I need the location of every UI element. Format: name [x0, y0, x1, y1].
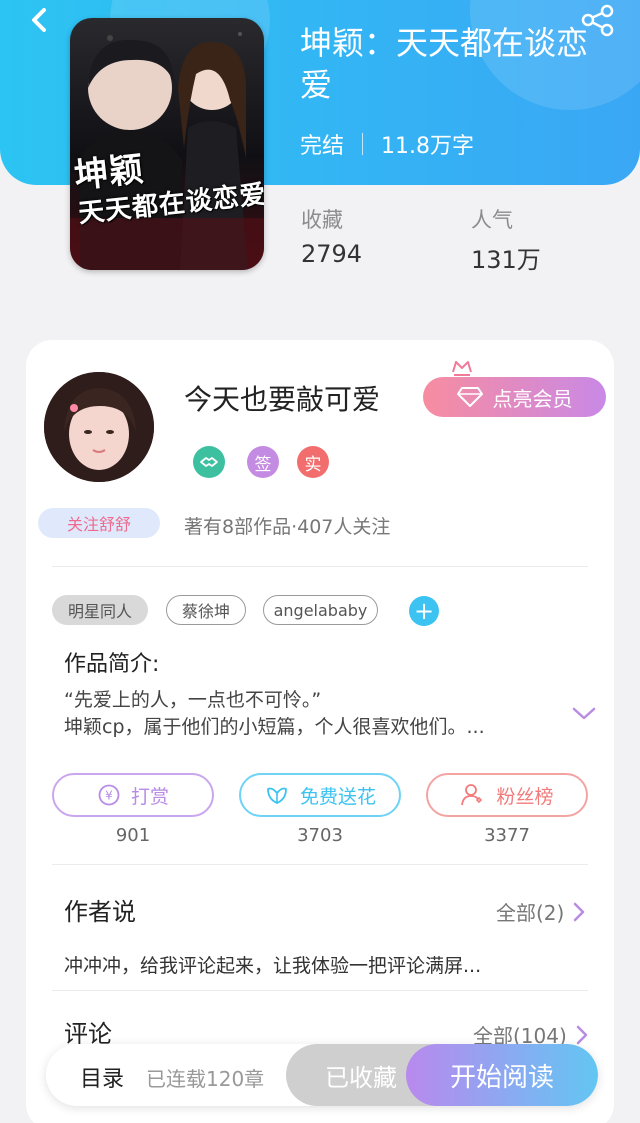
author-says-text[interactable]: 冲冲冲，给我评论起来，让我体验一把评论满屏...	[64, 951, 481, 978]
tag-chip[interactable]: 蔡徐坤	[166, 595, 246, 625]
back-button[interactable]	[20, 2, 60, 42]
send-flower-label: 免费送花	[299, 785, 376, 808]
intro-title: 作品简介:	[64, 652, 160, 677]
yuan-coin-icon: ¥	[98, 784, 120, 806]
author-name[interactable]: 今天也要敲可爱	[184, 378, 380, 418]
tag-chip[interactable]: angelababy	[263, 595, 378, 625]
avatar-portrait	[44, 372, 154, 482]
chevron-down-icon[interactable]	[570, 703, 598, 723]
signed-author-badge[interactable]: 签	[247, 446, 279, 478]
favorites-label: 收藏	[301, 208, 343, 232]
author-meta: 著有8部作品·407人关注	[184, 516, 391, 538]
author-says-title: 作者说	[64, 898, 136, 926]
chevron-right-icon	[574, 902, 585, 921]
intro-text[interactable]: “先爱上的人，一点也不可怜。” 坤颖cp，属于他们的小短篇，个人很喜欢他们。..…	[64, 687, 554, 741]
flower-count: 3703	[297, 825, 343, 846]
svg-text:¥: ¥	[105, 789, 113, 803]
section-divider	[52, 990, 588, 991]
favorites-value: 2794	[301, 240, 363, 268]
medal-badge[interactable]	[193, 446, 225, 478]
book-cover[interactable]: 坤颖 天天都在谈恋爱	[70, 18, 264, 270]
vip-membership-label: 点亮会员	[492, 386, 573, 411]
popularity-label: 人气	[471, 208, 513, 232]
chevron-left-icon	[32, 8, 46, 32]
tip-count: 901	[115, 825, 151, 846]
word-count: 11.8万字	[381, 134, 475, 159]
book-status-row: 完结 11.8万字	[300, 128, 474, 160]
chevron-right-icon	[576, 1025, 588, 1044]
tip-button[interactable]: ¥ 打赏	[52, 773, 214, 817]
status-divider	[362, 133, 364, 155]
fan-ranking-label: 粉丝榜	[496, 785, 554, 808]
handshake-icon	[200, 457, 218, 467]
section-divider	[52, 864, 588, 865]
book-title: 坤颖：天天都在谈恋爱	[300, 24, 589, 104]
send-flower-button[interactable]: 免费送花	[239, 773, 401, 817]
bottom-action-bar: 目录 已连载120章 已收藏 开始阅读	[46, 1044, 598, 1106]
crown-icon	[452, 361, 472, 376]
author-says-more-link[interactable]: 全部(2)	[496, 897, 586, 926]
diamond-icon	[456, 387, 483, 407]
completion-status: 完结	[300, 134, 345, 159]
serialization-status: 已连载120章	[146, 1067, 265, 1091]
fan-ranking-button[interactable]: 粉丝榜	[426, 773, 588, 817]
popularity-value: 131万	[471, 246, 541, 274]
add-tag-button[interactable]: +	[409, 596, 439, 626]
flower-icon	[267, 787, 287, 804]
verified-author-badge[interactable]: 实	[297, 446, 329, 478]
vip-membership-button[interactable]: 点亮会员	[423, 377, 606, 417]
author-says-more-label: 全部(2)	[496, 901, 565, 925]
author-avatar[interactable]	[44, 372, 154, 482]
section-divider	[52, 566, 588, 567]
intro-line: “先爱上的人，一点也不可怜。”	[64, 689, 322, 711]
fan-count: 3377	[484, 825, 530, 846]
tip-label: 打赏	[130, 785, 169, 808]
fan-user-icon	[461, 784, 483, 806]
tag-chip[interactable]: 明星同人	[52, 595, 148, 625]
table-of-contents-button[interactable]: 目录	[80, 1061, 124, 1093]
intro-line: 坤颖cp，属于他们的小短篇，个人很喜欢他们。...	[64, 716, 485, 738]
start-reading-button[interactable]: 开始阅读	[406, 1044, 598, 1106]
follow-author-button[interactable]: 关注舒舒	[38, 508, 160, 538]
